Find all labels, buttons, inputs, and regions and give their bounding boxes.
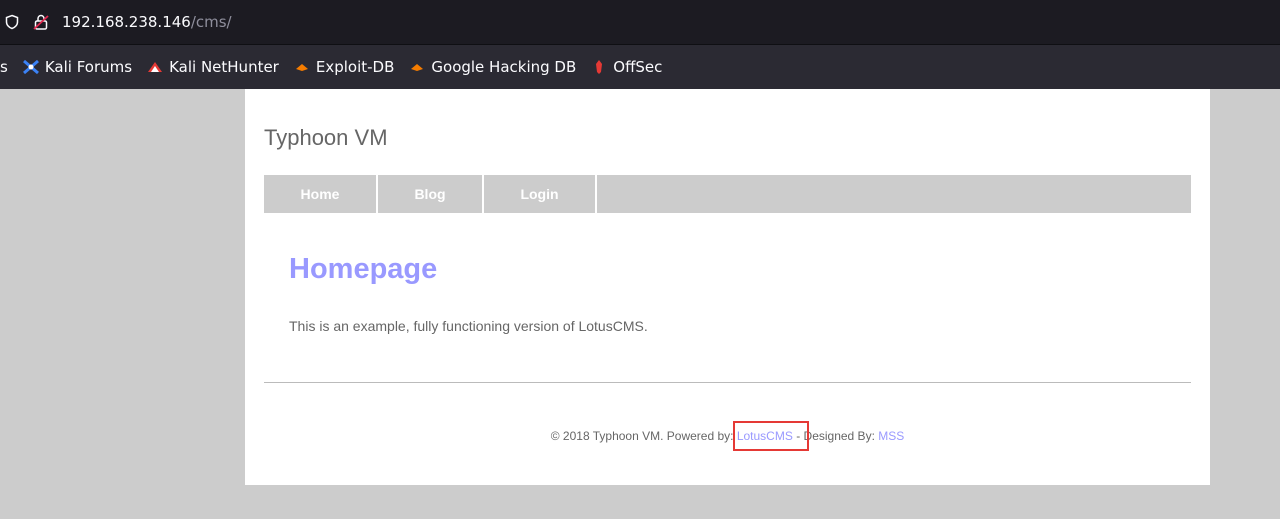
url-bar[interactable]: 192.168.238.146/cms/	[0, 0, 1280, 45]
url-text[interactable]: 192.168.238.146/cms/	[62, 13, 232, 31]
footer-designed-by: - Designed By:	[792, 429, 879, 443]
nethunter-icon	[148, 62, 163, 72]
lock-warning-icon[interactable]	[32, 13, 50, 31]
exploit-db-icon	[295, 64, 308, 71]
main-nav: Home Blog Login	[264, 175, 1191, 213]
shield-icon[interactable]	[4, 14, 20, 30]
ghdb-icon	[411, 64, 424, 71]
bookmark-kali-forums[interactable]: Kali Forums	[22, 58, 132, 76]
nav-login[interactable]: Login	[484, 175, 597, 213]
page-body-text: This is an example, fully functioning ve…	[289, 318, 648, 334]
divider	[264, 382, 1191, 383]
bookmark-label: OffSec	[613, 58, 663, 76]
bookmark-partial[interactable]: s	[0, 58, 8, 76]
bookmark-exploit-db[interactable]: Exploit-DB	[293, 58, 395, 76]
mss-link[interactable]: MSS	[878, 429, 904, 443]
page-heading: Homepage	[289, 253, 438, 285]
footer: © 2018 Typhoon VM. Powered by: LotusCMS …	[245, 429, 1210, 443]
bookmark-offsec[interactable]: OffSec	[590, 58, 662, 76]
bookmark-kali-nethunter[interactable]: Kali NetHunter	[146, 58, 279, 76]
bookmark-google-hacking-db[interactable]: Google Hacking DB	[408, 58, 576, 76]
page-container: Typhoon VM Home Blog Login Homepage This…	[245, 89, 1210, 485]
bookmark-label: Kali Forums	[44, 58, 133, 76]
bookmark-label: Kali NetHunter	[169, 58, 279, 76]
nav-blog[interactable]: Blog	[378, 175, 484, 213]
kali-forums-icon	[22, 59, 39, 75]
bookmark-label: s	[0, 58, 8, 76]
bookmark-label: Google Hacking DB	[431, 58, 577, 76]
lotuscms-link[interactable]: LotusCMS	[737, 429, 793, 443]
bookmark-label: Exploit-DB	[315, 58, 395, 76]
bookmarks-toolbar: s Kali Forums Kali NetHunter Exploit-DB …	[0, 45, 1280, 89]
site-title: Typhoon VM	[264, 125, 388, 150]
nav-home[interactable]: Home	[264, 175, 378, 213]
offsec-icon	[596, 60, 603, 74]
url-path: /cms/	[190, 13, 232, 31]
footer-copyright: © 2018 Typhoon VM. Powered by:	[550, 429, 737, 443]
url-host: 192.168.238.146	[62, 13, 191, 31]
